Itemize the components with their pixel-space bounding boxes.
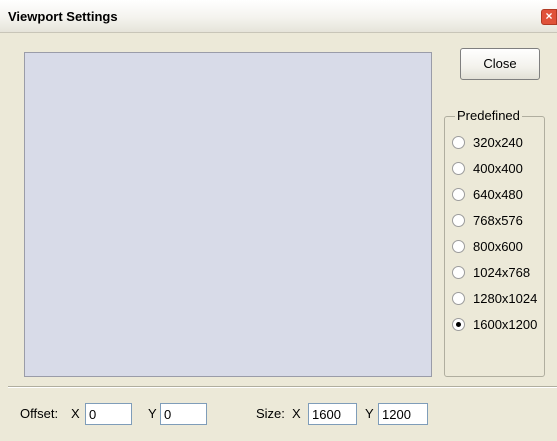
- predefined-legend: Predefined: [455, 108, 522, 123]
- close-button[interactable]: Close: [460, 48, 540, 80]
- title-bar[interactable]: Viewport Settings ×: [0, 0, 557, 33]
- radio-button[interactable]: [452, 239, 465, 253]
- radio-button[interactable]: [452, 291, 465, 305]
- radio-option-800x600[interactable]: 800x600: [452, 237, 523, 255]
- window-title: Viewport Settings: [8, 9, 118, 24]
- radio-label: 800x600: [473, 238, 523, 254]
- size-y-field[interactable]: [378, 403, 428, 425]
- radio-option-768x576[interactable]: 768x576: [452, 211, 523, 229]
- radio-button[interactable]: [452, 187, 465, 201]
- offset-x-label: X: [71, 406, 80, 421]
- radio-option-1024x768[interactable]: 1024x768: [452, 263, 530, 281]
- radio-button[interactable]: [452, 213, 465, 227]
- size-x-field[interactable]: [308, 403, 357, 425]
- radio-label: 400x400: [473, 160, 523, 176]
- size-label: Size:: [256, 406, 285, 421]
- radio-button[interactable]: [452, 135, 465, 149]
- size-x-label: X: [292, 406, 301, 421]
- size-y-label: Y: [365, 406, 374, 421]
- radio-label: 1600x1200: [473, 316, 538, 332]
- viewport-preview[interactable]: [24, 52, 432, 377]
- radio-option-1280x1024[interactable]: 1280x1024: [452, 289, 537, 307]
- radio-button[interactable]: [452, 265, 465, 279]
- radio-button[interactable]: [452, 161, 465, 175]
- offset-label: Offset:: [20, 406, 59, 421]
- radio-option-640x480[interactable]: 640x480: [452, 185, 523, 203]
- offset-y-field[interactable]: [160, 403, 207, 425]
- radio-label: 768x576: [473, 212, 523, 228]
- radio-option-1600x1200[interactable]: 1600x1200: [452, 315, 537, 333]
- close-icon[interactable]: ×: [541, 9, 557, 25]
- offset-y-label: Y: [148, 406, 157, 421]
- radio-option-400x400[interactable]: 400x400: [452, 159, 523, 177]
- radio-label: 1024x768: [473, 264, 531, 280]
- viewport-settings-dialog: Viewport Settings × Close Predefined 320…: [0, 0, 557, 441]
- offset-x-field[interactable]: [85, 403, 132, 425]
- window-frame: [0, 33, 8, 441]
- radio-option-320x240[interactable]: 320x240: [452, 133, 523, 151]
- radio-label: 1280x1024: [473, 290, 538, 306]
- radio-button-selected[interactable]: [452, 317, 465, 331]
- radio-label: 320x240: [473, 134, 523, 150]
- radio-label: 640x480: [473, 186, 523, 202]
